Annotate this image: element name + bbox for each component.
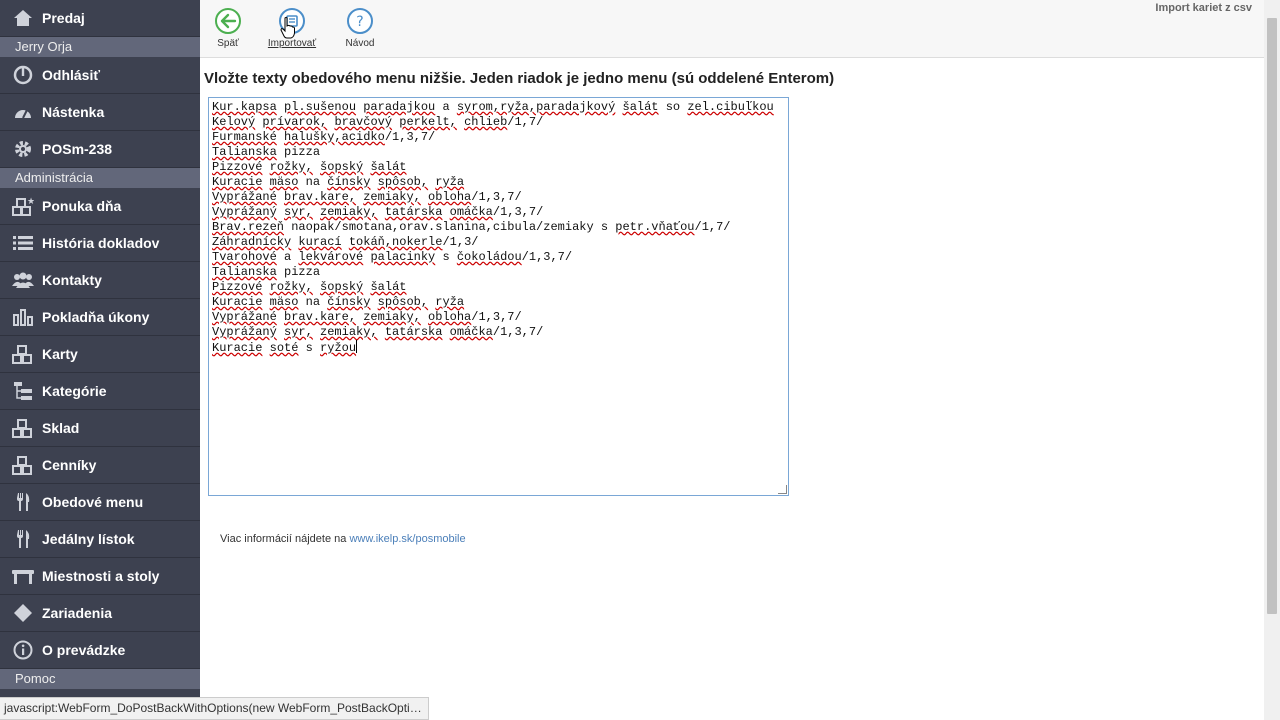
sidebar-item-predaj[interactable]: Predaj [0, 0, 200, 37]
diamond-icon [11, 603, 35, 623]
sidebar-item-kategorie[interactable]: Kategórie [0, 373, 200, 410]
sidebar-item-label: Kontakty [42, 272, 102, 288]
textarea-line: Brav.rezeň naopak/smotana,orav.slanina,c… [212, 220, 731, 234]
sidebar-item-kontakty[interactable]: Kontakty [0, 262, 200, 299]
import-csv-link[interactable]: Import kariet z csv [1155, 2, 1252, 14]
sidebar-item-karty[interactable]: Karty [0, 336, 200, 373]
sidebar-item-cenniky[interactable]: Cenníky [0, 447, 200, 484]
textarea-line: Vyprážané brav.kare, zemiaky, obloha/1,3… [212, 310, 522, 324]
svg-text:?: ? [356, 14, 363, 30]
sidebar-item-label: Karty [42, 346, 78, 362]
cutlery-icon [11, 529, 35, 549]
textarea-line: Kuracie mäso na čínsky spôsob, ryža [212, 175, 465, 189]
sidebar-item-dashboard[interactable]: Nástenka [0, 94, 200, 131]
gear-icon [11, 139, 35, 159]
sidebar-item-jedalny-listok[interactable]: Jedálny lístok [0, 521, 200, 558]
sidebar: Predaj Jerry Orja Odhlásiť Nástenka POSm… [0, 0, 200, 720]
text-caret [356, 340, 358, 353]
home-icon [11, 8, 35, 28]
back-arrow-icon [215, 8, 241, 34]
sidebar-item-device[interactable]: POSm-238 [0, 131, 200, 168]
section-header-pomoc: Pomoc [0, 669, 200, 689]
user-name: Jerry Orja [0, 37, 200, 57]
sidebar-item-label: Obedové menu [42, 494, 144, 510]
textarea-line: Vyprážané brav.kare, zemiaky, obloha/1,3… [212, 190, 522, 204]
sidebar-item-label: Odhlásiť [42, 67, 101, 83]
sidebar-item-o-prevadzke[interactable]: O prevádzke [0, 632, 200, 669]
question-icon: ? [347, 8, 373, 34]
users-icon [11, 270, 35, 290]
status-bar: javascript:WebForm_DoPostBackWithOptions… [0, 697, 429, 720]
sidebar-item-ponuka-dna[interactable]: ★ Ponuka dňa [0, 188, 200, 225]
info-icon [11, 640, 35, 660]
bar-chart-icon [11, 307, 35, 327]
svg-text:★: ★ [27, 197, 34, 207]
sidebar-item-pokladna-ukony[interactable]: Pokladňa úkony [0, 299, 200, 336]
sidebar-item-sklad[interactable]: Sklad [0, 410, 200, 447]
info-text: Viac informácií nájdete na www.ikelp.sk/… [220, 533, 466, 545]
sidebar-item-label: Kategórie [42, 383, 107, 399]
gauge-icon [11, 102, 35, 122]
textarea-line: Tvarohové a lekvárové palacinky s čokolá… [212, 250, 573, 264]
sidebar-item-historia-dokladov[interactable]: História dokladov [0, 225, 200, 262]
list-icon [11, 233, 35, 253]
textarea-line: Kelový prívarok, bravčový perkelt, chlie… [212, 115, 544, 129]
section-header-admin: Administrácia [0, 168, 200, 188]
page-heading: Vložte texty obedového menu nižšie. Jede… [204, 70, 835, 87]
sidebar-item-obedove-menu[interactable]: Obedové menu [0, 484, 200, 521]
info-link[interactable]: www.ikelp.sk/posmobile [349, 533, 465, 545]
textarea-line: Záhradnícky kurací tokáň,nokerle/1,3/ [212, 235, 479, 249]
toolbar: Späť Importovať ? Návod Import kariet z … [200, 0, 1264, 58]
sidebar-item-label: Cenníky [42, 457, 97, 473]
import-label: Importovať [267, 38, 317, 49]
info-prefix: Viac informácií nájdete na [220, 533, 350, 545]
resize-handle[interactable] [778, 485, 787, 494]
help-button[interactable]: ? Návod [330, 7, 390, 49]
textarea-line: Kuracie soté s ryžou [212, 340, 358, 355]
sidebar-item-label: Zariadenia [42, 605, 113, 621]
textarea-line: Kur.kapsa pl.sušenou paradajkou a syrom,… [212, 100, 774, 114]
textarea-line: Pizzové rožky, šopský šalát [212, 160, 407, 174]
sidebar-item-label: Ponuka dňa [42, 198, 122, 214]
textarea-line: Kuracie mäso na čínsky spôsob, ryža [212, 295, 465, 309]
textarea-line: Talianska pizza [212, 145, 321, 159]
sidebar-item-label: Miestnosti a stoly [42, 568, 160, 584]
sidebar-item-zariadenia[interactable]: Zariadenia [0, 595, 200, 632]
power-icon [11, 65, 35, 85]
sidebar-item-label: Pokladňa úkony [42, 309, 150, 325]
boxes-icon [11, 344, 35, 364]
sidebar-item-label: Predaj [42, 10, 85, 26]
sidebar-item-label: História dokladov [42, 235, 160, 251]
sidebar-item-label: Sklad [42, 420, 80, 436]
back-label: Späť [217, 38, 239, 49]
sidebar-item-label: O prevádzke [42, 642, 126, 658]
tree-icon [11, 381, 35, 401]
cutlery-icon [11, 492, 35, 512]
sidebar-item-label: POSm-238 [42, 141, 113, 157]
mouse-pointer-icon [280, 17, 295, 39]
sidebar-item-label: Jedálny lístok [42, 531, 135, 547]
help-label: Návod [345, 38, 375, 49]
boxes-icon [11, 455, 35, 475]
table-icon [11, 566, 35, 586]
textarea-line: Talianska pizza [212, 265, 321, 279]
textarea-line: Vyprážaný syr, zemiaky, tatárska omáčka/… [212, 325, 544, 339]
textarea-content: Kur.kapsa pl.sušenou paradajkou a syrom,… [212, 100, 785, 356]
back-button[interactable]: Späť [198, 7, 258, 49]
menu-textarea[interactable]: Kur.kapsa pl.sušenou paradajkou a syrom,… [208, 97, 789, 496]
textarea-line: Pizzové rožky, šopský šalát [212, 280, 407, 294]
sidebar-item-label: Nástenka [42, 104, 105, 120]
textarea-line: Furmanské halušky,acidko/1,3,7/ [212, 130, 436, 144]
scrollbar[interactable] [1264, 0, 1280, 720]
logout-button[interactable]: Odhlásiť [0, 57, 200, 94]
boxes-icon [11, 418, 35, 438]
sidebar-item-miestnosti-a-stoly[interactable]: Miestnosti a stoly [0, 558, 200, 595]
scrollbar-thumb[interactable] [1267, 18, 1277, 614]
textarea-line: Vyprážaný syr, zemiaky, tatárska omáčka/… [212, 205, 544, 219]
boxes-star-icon: ★ [11, 196, 35, 216]
